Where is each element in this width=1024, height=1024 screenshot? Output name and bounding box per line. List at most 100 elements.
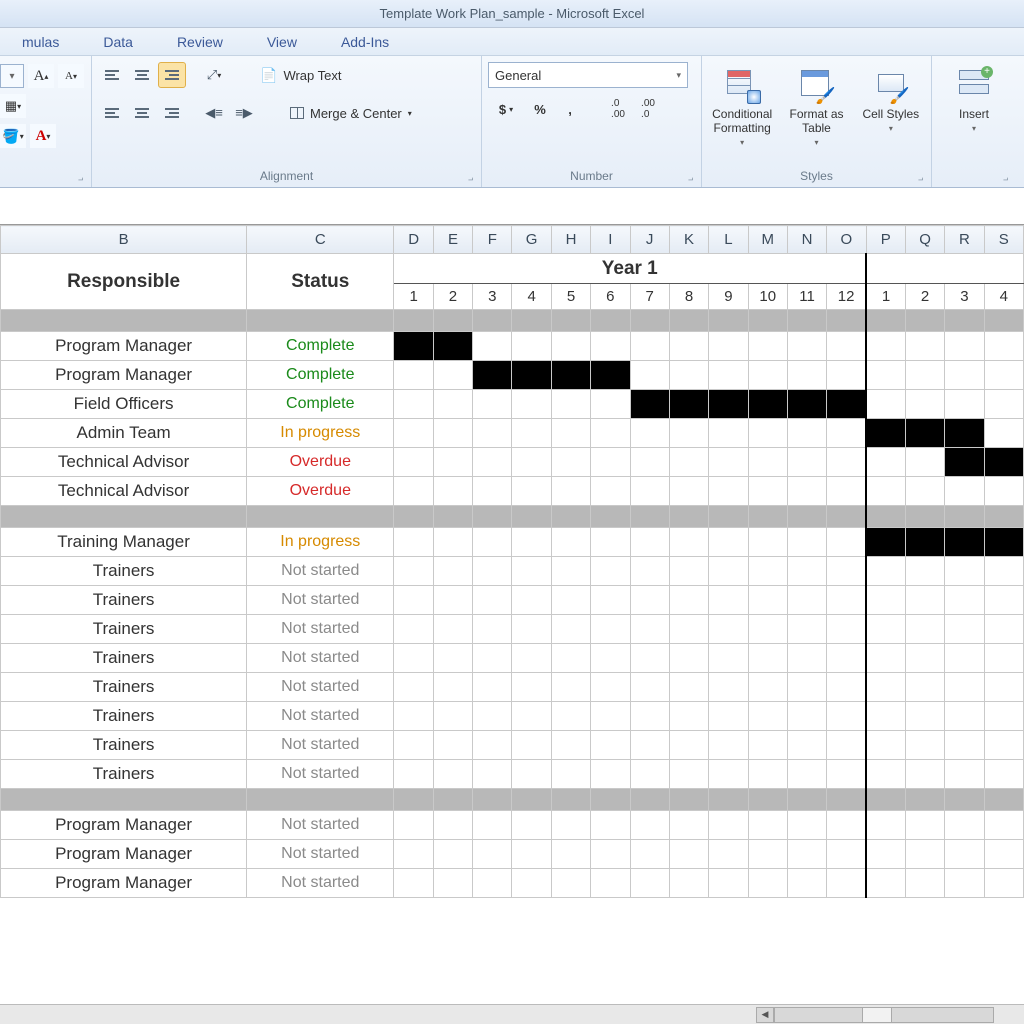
gantt-cell[interactable] xyxy=(709,615,748,644)
decrease-indent-button[interactable]: ◀≡ xyxy=(200,100,228,126)
gantt-cell[interactable] xyxy=(827,477,866,506)
status-cell[interactable]: Not started xyxy=(247,644,394,673)
gantt-cell[interactable] xyxy=(394,586,433,615)
gantt-cell[interactable] xyxy=(866,840,905,869)
gantt-cell[interactable] xyxy=(787,840,826,869)
gantt-cell[interactable] xyxy=(905,361,944,390)
gantt-cell[interactable] xyxy=(630,840,669,869)
gantt-cell[interactable] xyxy=(905,528,944,557)
gantt-cell[interactable] xyxy=(866,528,905,557)
gantt-cell[interactable] xyxy=(787,586,826,615)
column-header-l[interactable]: L xyxy=(709,226,748,254)
gantt-cell[interactable] xyxy=(394,361,433,390)
month-cell[interactable]: 1 xyxy=(394,284,433,310)
scroll-thumb[interactable] xyxy=(862,1008,892,1022)
gantt-cell[interactable] xyxy=(394,869,433,898)
gantt-cell[interactable] xyxy=(866,557,905,586)
gantt-cell[interactable] xyxy=(551,615,590,644)
gantt-cell[interactable] xyxy=(591,419,630,448)
gantt-cell[interactable] xyxy=(787,448,826,477)
gantt-cell[interactable] xyxy=(669,419,708,448)
month-cell[interactable]: 2 xyxy=(433,284,472,310)
gantt-cell[interactable] xyxy=(551,673,590,702)
gantt-cell[interactable] xyxy=(669,361,708,390)
gantt-cell[interactable] xyxy=(433,731,472,760)
increase-font-button[interactable]: A▴ xyxy=(28,64,54,88)
gantt-cell[interactable] xyxy=(827,731,866,760)
column-header-p[interactable]: P xyxy=(866,226,905,254)
gantt-cell[interactable] xyxy=(394,673,433,702)
gantt-cell[interactable] xyxy=(866,448,905,477)
gantt-cell[interactable] xyxy=(394,419,433,448)
header-year1[interactable]: Year 1 xyxy=(394,254,866,284)
gantt-cell[interactable] xyxy=(984,811,1023,840)
gantt-cell[interactable] xyxy=(905,390,944,419)
gantt-cell[interactable] xyxy=(630,615,669,644)
column-header-m[interactable]: M xyxy=(748,226,787,254)
gantt-cell[interactable] xyxy=(709,477,748,506)
gantt-cell[interactable] xyxy=(709,448,748,477)
align-bottom-button[interactable] xyxy=(158,62,186,88)
gantt-cell[interactable] xyxy=(827,702,866,731)
gantt-cell[interactable] xyxy=(984,361,1023,390)
gantt-cell[interactable] xyxy=(591,528,630,557)
gantt-cell[interactable] xyxy=(512,448,551,477)
gantt-cell[interactable] xyxy=(945,528,984,557)
gantt-cell[interactable] xyxy=(473,673,512,702)
gantt-cell[interactable] xyxy=(591,702,630,731)
month-cell[interactable]: 10 xyxy=(748,284,787,310)
gantt-cell[interactable] xyxy=(827,811,866,840)
gantt-cell[interactable] xyxy=(945,811,984,840)
gantt-cell[interactable] xyxy=(551,332,590,361)
gantt-cell[interactable] xyxy=(709,702,748,731)
gantt-cell[interactable] xyxy=(669,390,708,419)
responsible-cell[interactable]: Technical Advisor xyxy=(1,448,247,477)
gantt-cell[interactable] xyxy=(433,332,472,361)
month-cell[interactable]: 12 xyxy=(827,284,866,310)
table-row[interactable]: TrainersNot started xyxy=(1,731,1024,760)
status-cell[interactable]: Not started xyxy=(247,557,394,586)
gantt-cell[interactable] xyxy=(630,811,669,840)
gantt-cell[interactable] xyxy=(866,477,905,506)
gantt-cell[interactable] xyxy=(905,332,944,361)
column-header-b[interactable]: B xyxy=(1,226,247,254)
responsible-cell[interactable]: Trainers xyxy=(1,557,247,586)
gantt-cell[interactable] xyxy=(630,361,669,390)
gantt-cell[interactable] xyxy=(748,760,787,789)
gantt-cell[interactable] xyxy=(866,869,905,898)
column-header-j[interactable]: J xyxy=(630,226,669,254)
gantt-cell[interactable] xyxy=(709,332,748,361)
cell-styles-button[interactable]: 🖌️ Cell Styles ▾ xyxy=(857,64,925,133)
gantt-cell[interactable] xyxy=(591,448,630,477)
gantt-cell[interactable] xyxy=(669,557,708,586)
gantt-cell[interactable] xyxy=(473,448,512,477)
table-row[interactable]: Technical AdvisorOverdue xyxy=(1,477,1024,506)
gantt-cell[interactable] xyxy=(984,419,1023,448)
gantt-cell[interactable] xyxy=(433,557,472,586)
gantt-cell[interactable] xyxy=(709,731,748,760)
gantt-cell[interactable] xyxy=(512,731,551,760)
gantt-cell[interactable] xyxy=(827,840,866,869)
gantt-cell[interactable] xyxy=(709,586,748,615)
gantt-cell[interactable] xyxy=(591,644,630,673)
gantt-cell[interactable] xyxy=(551,702,590,731)
gantt-cell[interactable] xyxy=(905,760,944,789)
column-header-g[interactable]: G xyxy=(512,226,551,254)
gantt-cell[interactable] xyxy=(945,760,984,789)
responsible-cell[interactable]: Technical Advisor xyxy=(1,477,247,506)
gantt-cell[interactable] xyxy=(984,390,1023,419)
status-cell[interactable]: Not started xyxy=(247,731,394,760)
month-cell[interactable]: 6 xyxy=(591,284,630,310)
gantt-cell[interactable] xyxy=(827,448,866,477)
status-cell[interactable]: Overdue xyxy=(247,477,394,506)
gantt-cell[interactable] xyxy=(984,731,1023,760)
gantt-cell[interactable] xyxy=(591,390,630,419)
gantt-cell[interactable] xyxy=(945,644,984,673)
gantt-cell[interactable] xyxy=(591,840,630,869)
gantt-cell[interactable] xyxy=(551,731,590,760)
gantt-cell[interactable] xyxy=(433,477,472,506)
month-cell[interactable]: 4 xyxy=(512,284,551,310)
gantt-cell[interactable] xyxy=(473,811,512,840)
gantt-cell[interactable] xyxy=(551,557,590,586)
column-header-q[interactable]: Q xyxy=(905,226,944,254)
